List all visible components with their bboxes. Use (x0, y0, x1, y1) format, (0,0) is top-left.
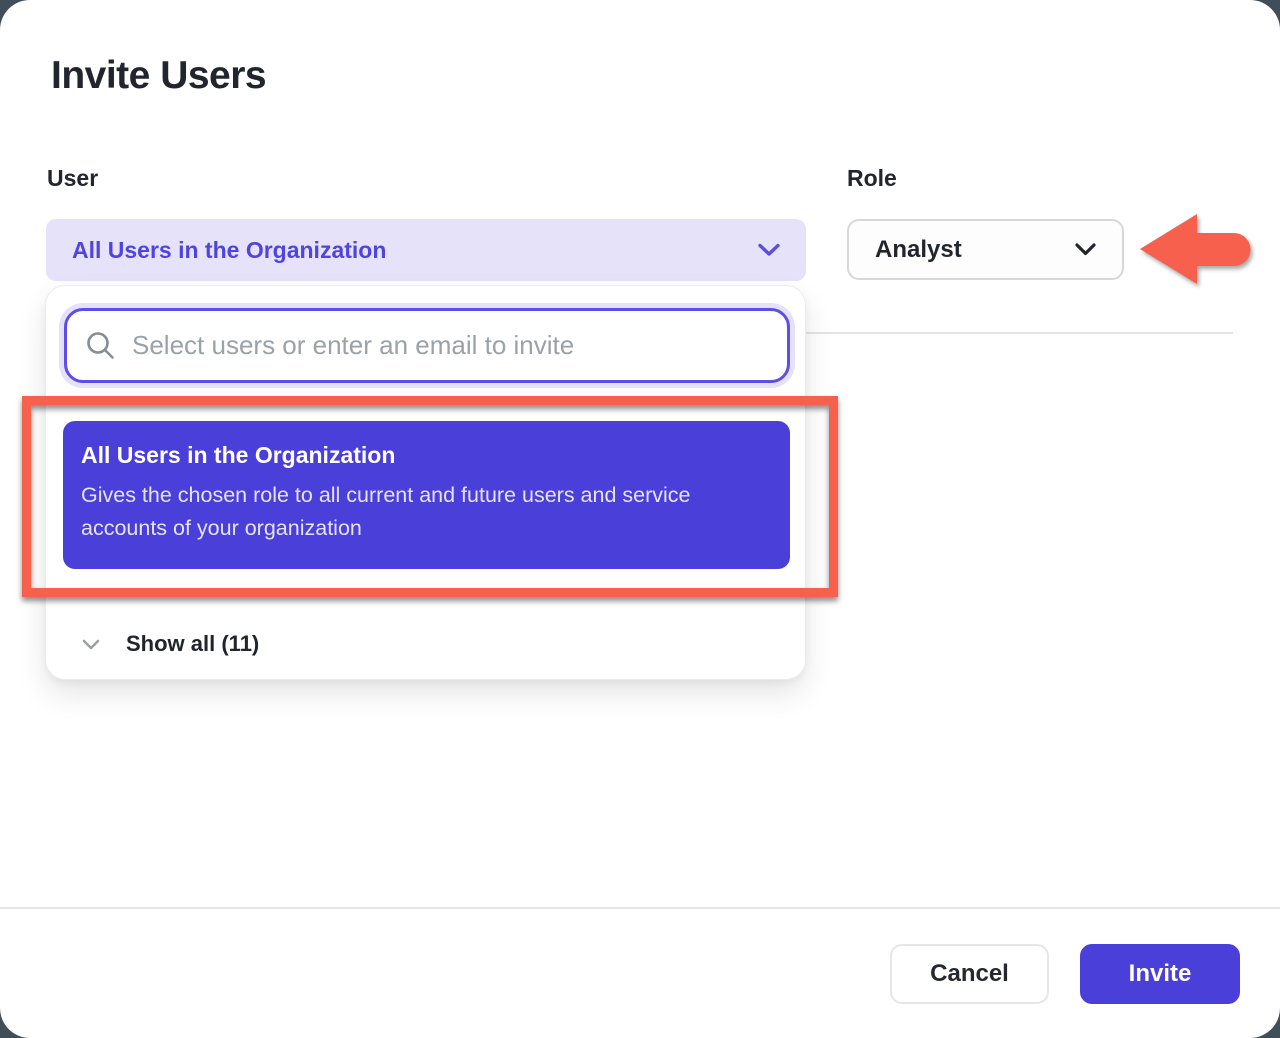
user-select-trigger[interactable]: All Users in the Organization (46, 219, 806, 281)
role-select-value: Analyst (875, 236, 1075, 264)
option-all-users[interactable]: All Users in the Organization Gives the … (63, 421, 790, 569)
user-select-value: All Users in the Organization (72, 237, 758, 264)
search-icon (85, 330, 116, 361)
footer-divider (0, 907, 1280, 909)
chevron-down-icon (82, 639, 100, 650)
invite-users-modal: Invite Users User Role All Users in the … (0, 0, 1280, 1038)
user-field-label: User (47, 165, 98, 192)
show-all-label: Show all (11) (126, 631, 259, 657)
chevron-down-icon (758, 243, 780, 257)
user-dropdown-panel: All Users in the Organization Gives the … (45, 285, 806, 680)
role-field-label: Role (847, 165, 897, 192)
chevron-down-icon (1075, 243, 1096, 256)
red-arrow-left-icon (1138, 210, 1252, 293)
page-title: Invite Users (51, 54, 266, 98)
form-section-divider (806, 332, 1233, 334)
role-select-trigger[interactable]: Analyst (847, 219, 1124, 280)
cancel-button[interactable]: Cancel (890, 944, 1049, 1004)
invite-button[interactable]: Invite (1080, 944, 1240, 1004)
user-search-box[interactable] (64, 308, 790, 383)
option-title: All Users in the Organization (81, 442, 772, 469)
option-description: Gives the chosen role to all current and… (81, 479, 771, 545)
show-all-toggle[interactable]: Show all (11) (46, 621, 805, 667)
user-search-input[interactable] (132, 330, 769, 361)
